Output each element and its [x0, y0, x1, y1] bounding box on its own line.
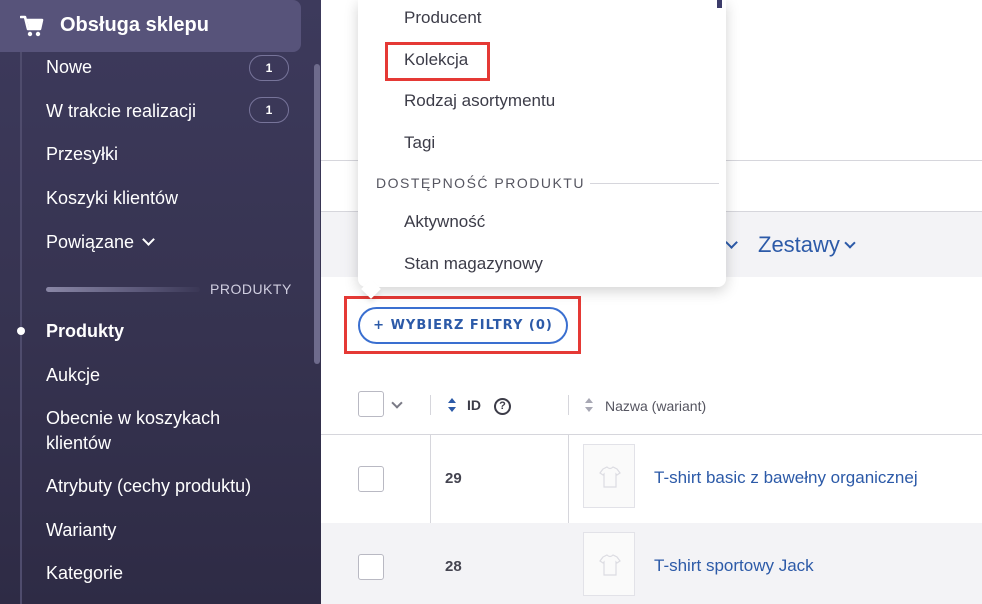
sort-icon[interactable] — [447, 397, 457, 413]
active-indicator-dot — [17, 327, 25, 335]
product-name-link[interactable]: T-shirt sportowy Jack — [654, 556, 814, 576]
dropdown-section-availability: DOSTĘPNOŚĆ PRODUKTU — [376, 175, 585, 191]
chevron-down-icon — [844, 237, 856, 249]
chevron-down-icon — [142, 233, 155, 246]
filter-dropdown-menu: Producent Kolekcja Rodzaj asortymentu Ta… — [358, 0, 726, 299]
tab-sets[interactable]: Zestawy — [758, 232, 856, 258]
product-thumbnail[interactable] — [583, 444, 635, 508]
section-divider — [590, 183, 719, 184]
product-thumbnail[interactable] — [583, 532, 635, 596]
section-divider — [46, 287, 200, 292]
product-name-link[interactable]: T-shirt basic z bawełny organicznej — [654, 468, 918, 488]
section-label-products: PRODUKTY — [210, 281, 292, 297]
product-id: 29 — [445, 470, 462, 487]
row-checkbox[interactable] — [358, 466, 384, 492]
table-row[interactable]: 28 T-shirt sportowy Jack — [321, 523, 982, 604]
sidebar-item-in-progress[interactable]: W trakcie realizacji — [46, 99, 196, 124]
new-count-badge: 1 — [249, 55, 289, 81]
sidebar-header-title: Obsługa sklepu — [60, 14, 209, 36]
sidebar-item-new[interactable]: Nowe — [46, 55, 92, 80]
table-row[interactable]: 29 T-shirt basic z bawełny organicznej — [321, 435, 982, 523]
help-icon[interactable]: ? — [494, 398, 511, 415]
sidebar-item-categories[interactable]: Kategorie — [46, 561, 123, 586]
filter-option-assortment-type[interactable]: Rodzaj asortymentu — [404, 91, 555, 111]
sidebar-item-auctions[interactable]: Aukcje — [46, 363, 100, 388]
column-header-name[interactable]: Nazwa (wariant) — [605, 398, 706, 414]
sidebar-header-shop-service[interactable]: Obsługa sklepu — [0, 0, 301, 52]
sidebar-scrollbar[interactable] — [314, 64, 320, 364]
tshirt-icon — [599, 554, 621, 576]
column-header-id[interactable]: ID — [467, 397, 481, 413]
sidebar-item-products[interactable]: Produkty — [46, 319, 124, 344]
sidebar: Obsługa sklepu Nowe 1 W trakcie realizac… — [0, 0, 321, 604]
sort-icon[interactable] — [584, 397, 594, 413]
in-progress-count-badge: 1 — [249, 97, 289, 123]
sidebar-item-related-label: Powiązane — [46, 232, 135, 252]
dropdown-scrollbar[interactable] — [717, 0, 722, 8]
sidebar-item-shipments[interactable]: Przesyłki — [46, 142, 118, 167]
filter-option-collection[interactable]: Kolekcja — [404, 50, 468, 70]
filter-option-tags[interactable]: Tagi — [404, 133, 435, 153]
select-all-checkbox[interactable] — [358, 391, 384, 417]
choose-filters-button[interactable]: + WYBIERZ FILTRY (0) — [358, 307, 568, 344]
sidebar-item-customer-carts[interactable]: Koszyki klientów — [46, 186, 178, 211]
column-separator — [430, 395, 431, 415]
row-checkbox[interactable] — [358, 554, 384, 580]
table-header: ID ? Nazwa (wariant) — [321, 385, 982, 435]
chevron-down-icon[interactable] — [391, 397, 403, 409]
column-separator — [568, 395, 569, 415]
sidebar-item-in-carts[interactable]: Obecnie w koszykach klientów — [46, 406, 276, 456]
filter-option-activity[interactable]: Aktywność — [404, 212, 485, 232]
sidebar-item-attributes[interactable]: Atrybuty (cechy produktu) — [46, 474, 251, 499]
sidebar-item-variants[interactable]: Warianty — [46, 518, 116, 543]
filter-option-producer[interactable]: Producent — [404, 8, 482, 28]
sidebar-item-related[interactable]: Powiązane — [46, 230, 155, 255]
filter-option-stock-status[interactable]: Stan magazynowy — [404, 254, 543, 274]
tab-sets-label: Zestawy — [758, 232, 840, 257]
product-id: 28 — [445, 558, 462, 575]
tshirt-icon — [599, 466, 621, 488]
cart-icon — [20, 15, 44, 37]
